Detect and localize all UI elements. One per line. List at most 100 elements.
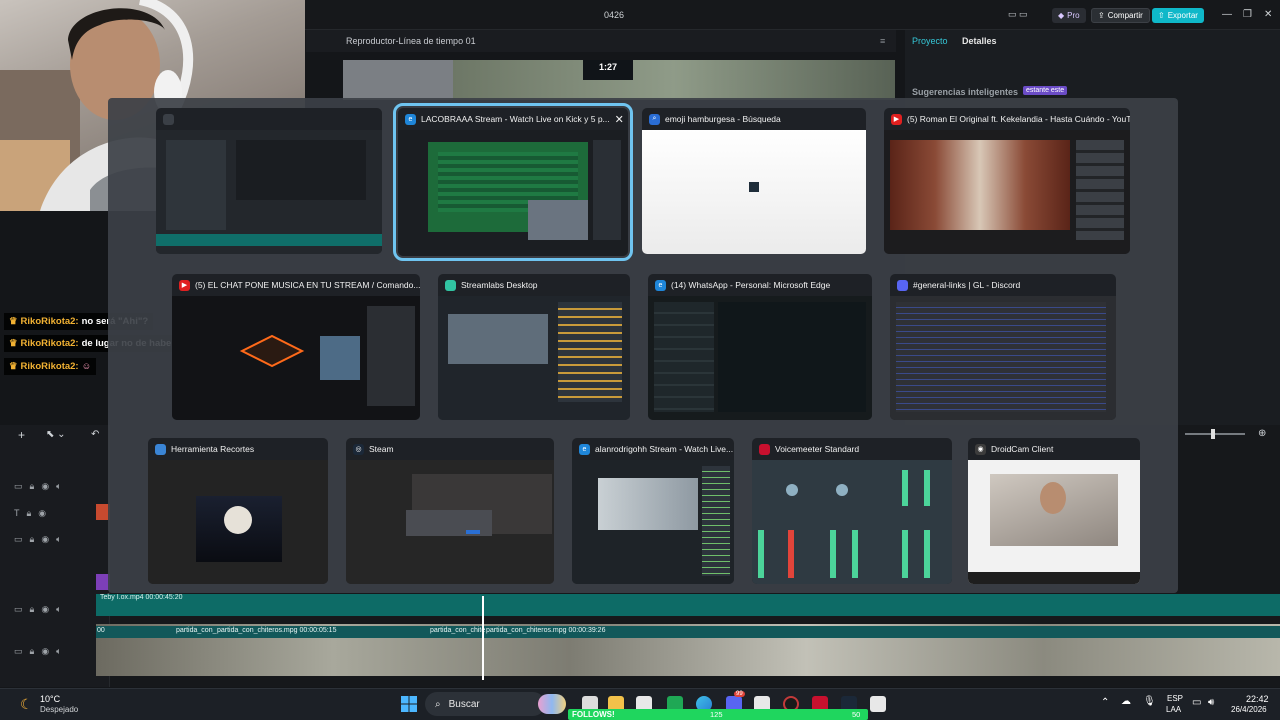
zoom-in-icon[interactable]: ⊕ — [1258, 428, 1266, 439]
weather-icon[interactable]: ☾ — [20, 696, 33, 713]
window-card-youtube-chat[interactable]: ▶ (5) EL CHAT PONE MUSICA EN TU STREAM / … — [172, 274, 420, 420]
tab-details[interactable]: Detalles — [962, 36, 997, 46]
window-card-editor[interactable] — [156, 108, 382, 254]
pro-button[interactable]: ◆ Pro — [1052, 8, 1086, 23]
track-controls-row: T 🔒︎ ◉ — [14, 508, 46, 519]
export-label: Exportar — [1167, 11, 1198, 20]
window-card-whatsapp[interactable]: e (14) WhatsApp - Personal: Microsoft Edg… — [648, 274, 872, 420]
clip-label: Teby I.ox.mp4 00:00:45:20 — [100, 594, 183, 601]
share-button[interactable]: ⇪ Compartir — [1091, 8, 1150, 23]
widget-icon[interactable] — [538, 694, 566, 714]
crown-icon: ♛ — [9, 316, 18, 327]
follows-current: 125 — [710, 710, 723, 719]
volume-icon[interactable]: 🔊︎ — [1208, 697, 1214, 708]
window-title: alanrodrigohh Stream - Watch Live... — [595, 444, 734, 454]
video-thumbnail-graphic — [239, 306, 415, 406]
volume-icon[interactable]: 🔈︎ — [56, 646, 61, 657]
clock-time[interactable]: 22:42 — [1246, 694, 1269, 704]
zoom-slider[interactable] — [1185, 433, 1245, 435]
eye-icon[interactable]: ◉ — [41, 534, 49, 545]
window-card-voicemeeter[interactable]: Voicemeeter Standard — [752, 438, 952, 584]
window-title: #general-links | GL - Discord — [913, 280, 1021, 290]
video-track-clip[interactable] — [96, 594, 1280, 616]
cloud-icon[interactable]: ☁ — [1121, 696, 1131, 707]
mixer-graphic — [758, 470, 930, 578]
menu-icon[interactable]: ≡ — [880, 36, 885, 46]
windows-start-icon[interactable] — [401, 696, 417, 712]
clip-label: partida_con_chite — [430, 627, 486, 634]
droidcam-icon: ◉ — [975, 443, 986, 455]
window-title: LACOBRAAA Stream - Watch Live on Kick y … — [421, 114, 610, 124]
add-track-icon[interactable]: + — [18, 428, 25, 442]
streamlabs-alt-icon[interactable] — [870, 696, 886, 712]
window-title: Herramienta Recortes — [171, 444, 255, 454]
window-card-youtube-roman[interactable]: ▶ (5) Roman El Original ft. Kekelandia - … — [884, 108, 1130, 254]
steam-icon: ◎ — [353, 443, 364, 455]
keyboard-language[interactable]: ESP — [1167, 694, 1183, 703]
window-card-steam[interactable]: ◎ Steam — [346, 438, 554, 584]
window-thumbnail — [398, 130, 628, 256]
window-title: (5) EL CHAT PONE MUSICA EN TU STREAM / C… — [195, 280, 420, 290]
tab-project[interactable]: Proyecto — [912, 36, 948, 46]
weather-temperature[interactable]: 10°C — [40, 694, 60, 704]
microphone-icon[interactable]: 🎙︎ — [1143, 696, 1156, 707]
zoom-slider-handle[interactable] — [1211, 429, 1215, 439]
window-card-snipping[interactable]: Herramienta Recortes — [148, 438, 328, 584]
window-card-alanrodrigohh[interactable]: e alanrodrigohh Stream - Watch Live... — [572, 438, 734, 584]
undo-icon[interactable]: ↶ — [91, 429, 99, 440]
maximize-icon[interactable]: ❐ — [1243, 9, 1252, 20]
player-title: Reproductor-Línea de tiempo 01 — [346, 36, 476, 46]
eye-icon[interactable]: ◉ — [38, 508, 46, 519]
eye-icon[interactable]: ◉ — [41, 604, 49, 615]
window-card-droidcam[interactable]: ◉ DroidCam Client — [968, 438, 1140, 584]
clock-date[interactable]: 26/4/2026 — [1231, 705, 1267, 714]
chevron-up-icon[interactable]: ⌃ — [1101, 697, 1109, 708]
notification-badge: 99 — [734, 691, 745, 697]
window-title: Streamlabs Desktop — [461, 280, 538, 290]
window-card-lacobraaa[interactable]: e LACOBRAAA Stream - Watch Live on Kick y… — [393, 103, 633, 261]
volume-icon[interactable]: 🔈︎ — [56, 534, 61, 545]
follows-target: 50 — [852, 710, 861, 719]
window-thumbnail — [642, 130, 866, 254]
chat-message: ♛ RikoRikota2: ☺ — [4, 358, 97, 375]
volume-icon[interactable]: 🔈︎ — [56, 604, 61, 615]
weather-description[interactable]: Despejado — [40, 705, 78, 714]
lock-icon[interactable]: 🔒︎ — [30, 481, 35, 492]
window-thumbnail — [752, 460, 952, 584]
youtube-icon: ▶ — [891, 113, 902, 125]
playhead[interactable] — [482, 596, 484, 680]
snipping-tool-icon — [155, 443, 166, 455]
window-title: emoji hamburgesa - Búsqueda — [665, 114, 781, 124]
minimize-icon[interactable]: — — [1222, 9, 1232, 20]
edge-icon: e — [579, 443, 590, 455]
lock-icon[interactable]: 🔒︎ — [30, 604, 35, 615]
window-card-search[interactable]: ⌕ emoji hamburgesa - Búsqueda — [642, 108, 866, 254]
window-card-streamlabs[interactable]: Streamlabs Desktop — [438, 274, 630, 420]
edge-icon: e — [655, 279, 666, 291]
player-preview: 1:27 — [343, 60, 895, 100]
layout-icon[interactable]: ▭ ▭ — [1008, 9, 1028, 20]
pointer-tool-icon[interactable]: ⬉ ⌄ — [46, 429, 66, 440]
window-thumbnail — [438, 296, 630, 420]
volume-icon[interactable]: 🔈︎ — [56, 481, 61, 492]
lock-icon[interactable]: 🔒︎ — [30, 646, 35, 657]
track-type-icon: ▭ — [14, 534, 23, 544]
smart-suggestions-heading: Sugerencias inteligentes — [912, 87, 1019, 97]
keyboard-layout[interactable]: LAA — [1166, 705, 1181, 714]
close-icon[interactable]: ✕ — [615, 113, 624, 126]
discord-icon — [897, 279, 908, 291]
export-button[interactable]: ⇧ Exportar — [1152, 8, 1204, 23]
window-card-discord[interactable]: #general-links | GL - Discord — [890, 274, 1116, 420]
search-placeholder: Buscar — [448, 698, 480, 710]
streamlabs-icon — [445, 279, 456, 291]
close-icon[interactable]: ✕ — [1264, 9, 1272, 20]
task-switcher: e LACOBRAAA Stream - Watch Live on Kick y… — [108, 98, 1178, 593]
lock-icon[interactable]: 🔒︎ — [27, 508, 32, 519]
display-icon[interactable]: ▭ — [1192, 697, 1201, 708]
share-icon: ⇪ — [1098, 11, 1105, 20]
emote-icon: ☺ — [81, 361, 92, 372]
taskbar-search[interactable]: ⌕ Buscar — [425, 692, 545, 716]
lock-icon[interactable]: 🔒︎ — [30, 534, 35, 545]
eye-icon[interactable]: ◉ — [41, 646, 49, 657]
eye-icon[interactable]: ◉ — [41, 481, 49, 492]
